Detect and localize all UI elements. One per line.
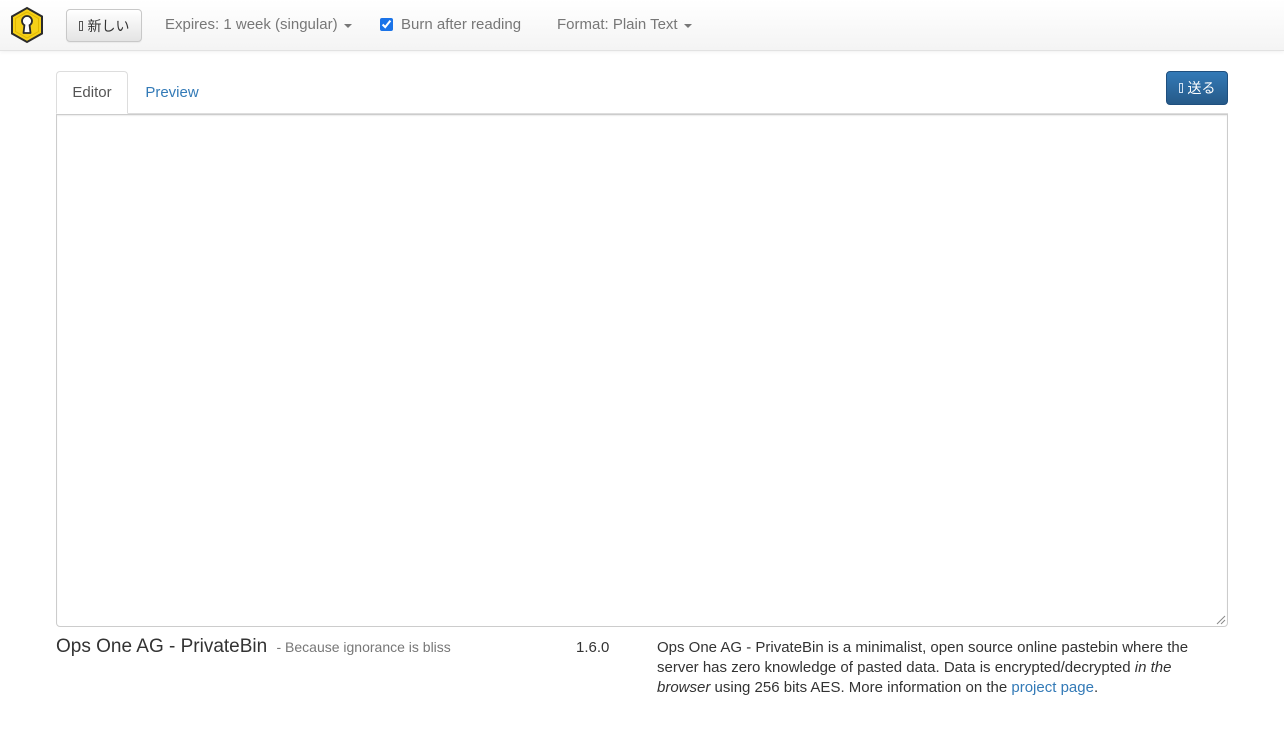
burn-after-reading-label: Burn after reading <box>401 16 522 33</box>
file-icon <box>78 20 83 31</box>
new-paste-button[interactable]: 新しい <box>66 9 142 42</box>
brand-tagline: - Because ignorance is bliss <box>276 639 451 655</box>
project-page-link[interactable]: project page <box>1011 679 1094 696</box>
tab-preview[interactable]: Preview <box>130 71 214 114</box>
burn-after-reading-checkbox[interactable] <box>380 18 393 31</box>
paste-editor[interactable] <box>56 114 1228 627</box>
send-button[interactable]: 送る <box>1166 71 1228 105</box>
upload-icon <box>1178 83 1183 93</box>
burn-after-reading-option[interactable]: Burn after reading <box>380 16 521 33</box>
about-text-end: . <box>1093 679 1099 696</box>
about-text-part2: using 256 bits AES. More information on … <box>710 679 1012 696</box>
about-text-part1: Ops One AG - PrivateBin is a minimalist,… <box>657 639 1189 676</box>
send-button-label: 送る <box>1187 81 1216 97</box>
tab-preview-label: Preview <box>145 84 199 101</box>
navbar: 新しい Expires: 1 week (singular) Burn afte… <box>0 0 1284 51</box>
format-dropdown-label: Format: Plain Text <box>557 16 678 33</box>
about-text: Ops One AG - PrivateBin is a minimalist,… <box>657 638 1228 698</box>
new-paste-button-label: 新しい <box>87 18 130 35</box>
expires-dropdown[interactable]: Expires: 1 week (singular) <box>165 16 352 33</box>
brand-name: Ops One AG - PrivateBin <box>56 636 268 657</box>
caret-down-icon <box>683 23 692 28</box>
tab-editor[interactable]: Editor <box>56 71 128 114</box>
resize-grip-icon[interactable] <box>1215 614 1226 625</box>
keyhole-shield-icon[interactable] <box>8 6 46 44</box>
caret-down-icon <box>343 23 352 28</box>
tab-editor-label: Editor <box>72 84 112 101</box>
version-number: 1.6.0 <box>576 639 610 656</box>
expires-dropdown-label: Expires: 1 week (singular) <box>165 16 338 33</box>
format-dropdown[interactable]: Format: Plain Text <box>557 16 692 33</box>
footer-brand: Ops One AG - PrivateBin - Because ignora… <box>56 636 451 658</box>
